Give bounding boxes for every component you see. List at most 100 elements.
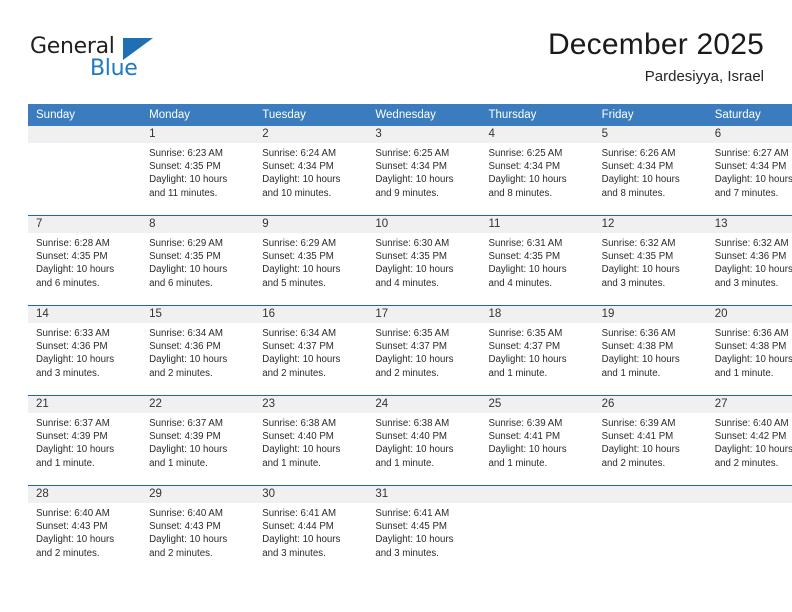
daylight-text: Daylight: 10 hours [375,264,454,276]
day-number: 16 [254,306,368,323]
day-details: Sunrise: 6:34 AM Sunset: 4:36 PM Daylight:… [141,323,254,380]
day-number: 10 [367,216,481,233]
day-number [593,486,707,503]
calendar-day-cell[interactable]: 22 Sunrise: 6:37 AM Sunset: 4:39 PM Dayligh… [141,395,255,486]
calendar-day-cell[interactable]: 9 Sunrise: 6:29 AM Sunset: 4:35 PM Daylight… [254,215,368,306]
sunrise-text: Sunrise: 6:29 AM [149,238,223,249]
calendar-day-cell[interactable]: 1 Sunrise: 6:23 AM Sunset: 4:35 PM Daylight… [141,126,255,216]
calendar-day-cell[interactable]: 2 Sunrise: 6:24 AM Sunset: 4:34 PM Daylight… [254,126,368,216]
daylight-text: and 3 minutes. [262,547,326,559]
calendar-day-cell[interactable]: 5 Sunrise: 6:26 AM Sunset: 4:34 PM Daylight… [593,126,707,216]
daylight-text: Daylight: 10 hours [262,174,341,186]
day-details: Sunrise: 6:34 AM Sunset: 4:37 PM Daylight:… [254,323,367,380]
daylight-text: Daylight: 10 hours [601,174,680,186]
sunrise-text: Sunrise: 6:39 AM [601,418,676,429]
calendar-day-cell[interactable]: 3 Sunrise: 6:25 AM Sunset: 4:34 PM Daylight… [367,126,481,216]
sunset-text: Sunset: 4:41 PM [488,431,561,443]
calendar-day-cell[interactable]: 11 Sunrise: 6:31 AM Sunset: 4:35 PM Dayligh… [480,215,594,306]
day-details: Sunrise: 6:30 AM Sunset: 4:35 PM Daylight:… [367,233,480,290]
calendar-day-cell[interactable]: 28 Sunrise: 6:40 AM Sunset: 4:43 PM Dayligh… [28,485,142,575]
day-details: Sunrise: 6:33 AM Sunset: 4:36 PM Daylight:… [28,323,141,380]
day-number: 18 [480,306,594,323]
sunset-text: Sunset: 4:37 PM [375,341,447,353]
daylight-text: and 2 minutes. [714,457,779,469]
sunrise-text: Sunrise: 6:40 AM [714,418,789,429]
calendar-day-cell[interactable]: 7 Sunrise: 6:28 AM Sunset: 4:35 PM Daylight… [28,215,142,306]
calendar-day-cell[interactable]: 31 Sunrise: 6:41 AM Sunset: 4:45 PM Dayligh… [367,485,481,575]
day-details: Sunrise: 6:29 AM Sunset: 4:35 PM Daylight:… [254,233,367,290]
calendar-day-cell[interactable]: 25 Sunrise: 6:39 AM Sunset: 4:41 PM Dayligh… [480,395,594,486]
sunset-text: Sunset: 4:36 PM [36,341,108,353]
calendar-day-cell[interactable]: 6 Sunrise: 6:27 AM Sunset: 4:34 PM Daylight… [706,126,792,216]
day-number: 9 [254,216,368,233]
sunset-text: Sunset: 4:35 PM [149,251,221,263]
calendar-day-cell[interactable]: 20 Sunrise: 6:36 AM Sunset: 4:38 PM Dayligh… [706,305,792,396]
calendar-day-cell[interactable]: 13 Sunrise: 6:32 AM Sunset: 4:36 PM Dayligh… [706,215,792,306]
sunrise-text: Sunrise: 6:38 AM [262,418,337,429]
day-number: 13 [706,216,792,233]
calendar-day-cell[interactable]: 17 Sunrise: 6:35 AM Sunset: 4:37 PM Dayligh… [367,305,481,396]
calendar-day-cell[interactable]: 10 Sunrise: 6:30 AM Sunset: 4:35 PM Dayligh… [367,215,481,306]
calendar-day-cell-empty [593,485,707,575]
day-details: Sunrise: 6:36 AM Sunset: 4:38 PM Daylight:… [594,323,707,380]
day-number: 15 [141,306,255,323]
calendar-day-cell[interactable]: 4 Sunrise: 6:25 AM Sunset: 4:34 PM Daylight… [480,126,594,216]
calendar-day-cell-empty [480,485,594,575]
sunset-text: Sunset: 4:35 PM [149,161,221,173]
daylight-text: and 8 minutes. [488,187,553,199]
sunrise-text: Sunrise: 6:23 AM [149,148,223,159]
calendar-day-cell[interactable]: 21 Sunrise: 6:37 AM Sunset: 4:39 PM Dayligh… [28,395,142,486]
sunrise-text: Sunrise: 6:37 AM [36,418,110,429]
day-number: 1 [141,126,255,143]
sunrise-text: Sunrise: 6:29 AM [262,238,337,249]
day-details: Sunrise: 6:37 AM Sunset: 4:39 PM Daylight:… [28,413,141,470]
day-details: Sunrise: 6:25 AM Sunset: 4:34 PM Daylight:… [367,143,480,200]
daylight-text: and 3 minutes. [375,547,439,559]
day-details: Sunrise: 6:38 AM Sunset: 4:40 PM Daylight:… [254,413,367,470]
sunrise-text: Sunrise: 6:36 AM [601,328,676,339]
calendar-day-cell-empty [706,485,792,575]
day-details: Sunrise: 6:41 AM Sunset: 4:44 PM Daylight:… [254,503,367,560]
day-details: Sunrise: 6:28 AM Sunset: 4:35 PM Daylight:… [28,233,141,290]
daylight-text: and 2 minutes. [36,547,100,559]
day-details: Sunrise: 6:25 AM Sunset: 4:34 PM Daylight:… [481,143,594,200]
calendar-day-cell[interactable]: 19 Sunrise: 6:36 AM Sunset: 4:38 PM Dayligh… [593,305,707,396]
weekday-header-sunday: Sunday [28,104,142,126]
day-number: 25 [480,396,594,413]
sunset-text: Sunset: 4:43 PM [149,521,221,533]
calendar-day-cell[interactable]: 26 Sunrise: 6:39 AM Sunset: 4:41 PM Dayligh… [593,395,707,486]
calendar-day-cell[interactable]: 14 Sunrise: 6:33 AM Sunset: 4:36 PM Dayligh… [28,305,142,396]
day-number: 6 [706,126,792,143]
calendar-day-cell[interactable]: 27 Sunrise: 6:40 AM Sunset: 4:42 PM Dayligh… [706,395,792,486]
day-details: Sunrise: 6:31 AM Sunset: 4:35 PM Daylight:… [481,233,594,290]
sunrise-text: Sunrise: 6:30 AM [375,238,450,249]
calendar-day-cell[interactable]: 8 Sunrise: 6:29 AM Sunset: 4:35 PM Daylight… [141,215,255,306]
calendar-day-cell[interactable]: 29 Sunrise: 6:40 AM Sunset: 4:43 PM Dayligh… [141,485,255,575]
sunrise-text: Sunrise: 6:40 AM [149,508,223,519]
day-details: Sunrise: 6:32 AM Sunset: 4:36 PM Daylight:… [707,233,792,290]
sunset-text: Sunset: 4:39 PM [149,431,221,443]
daylight-text: Daylight: 10 hours [714,264,792,276]
calendar-day-cell[interactable]: 16 Sunrise: 6:34 AM Sunset: 4:37 PM Dayligh… [254,305,368,396]
calendar-page: General Blue December 2025 Pardesiyya, I… [0,0,792,612]
daylight-text: Daylight: 10 hours [714,354,792,366]
daylight-text: Daylight: 10 hours [375,354,454,366]
daylight-text: Daylight: 10 hours [149,534,228,546]
daylight-text: Daylight: 10 hours [488,174,567,186]
calendar-header-row: Sunday Monday Tuesday Wednesday Thursday Frid… [28,104,792,126]
day-number: 8 [141,216,255,233]
calendar-day-cell[interactable]: 12 Sunrise: 6:32 AM Sunset: 4:35 PM Dayligh… [593,215,707,306]
calendar-day-cell[interactable]: 18 Sunrise: 6:35 AM Sunset: 4:37 PM Dayligh… [480,305,594,396]
sunset-text: Sunset: 4:34 PM [714,161,787,173]
daylight-text: and 3 minutes. [601,277,666,289]
calendar-day-cell[interactable]: 30 Sunrise: 6:41 AM Sunset: 4:44 PM Dayligh… [254,485,368,575]
daylight-text: and 4 minutes. [375,277,439,289]
calendar-grid: Sunday Monday Tuesday Wednesday Thursday Frid… [28,104,792,575]
calendar-day-cell[interactable]: 24 Sunrise: 6:38 AM Sunset: 4:40 PM Dayligh… [367,395,481,486]
day-number: 21 [28,396,142,413]
calendar-day-cell[interactable]: 15 Sunrise: 6:34 AM Sunset: 4:36 PM Dayligh… [141,305,255,396]
sunset-text: Sunset: 4:34 PM [601,161,674,173]
weekday-header-saturday: Saturday [706,104,792,126]
daylight-text: Daylight: 10 hours [714,444,792,456]
calendar-day-cell[interactable]: 23 Sunrise: 6:38 AM Sunset: 4:40 PM Dayligh… [254,395,368,486]
